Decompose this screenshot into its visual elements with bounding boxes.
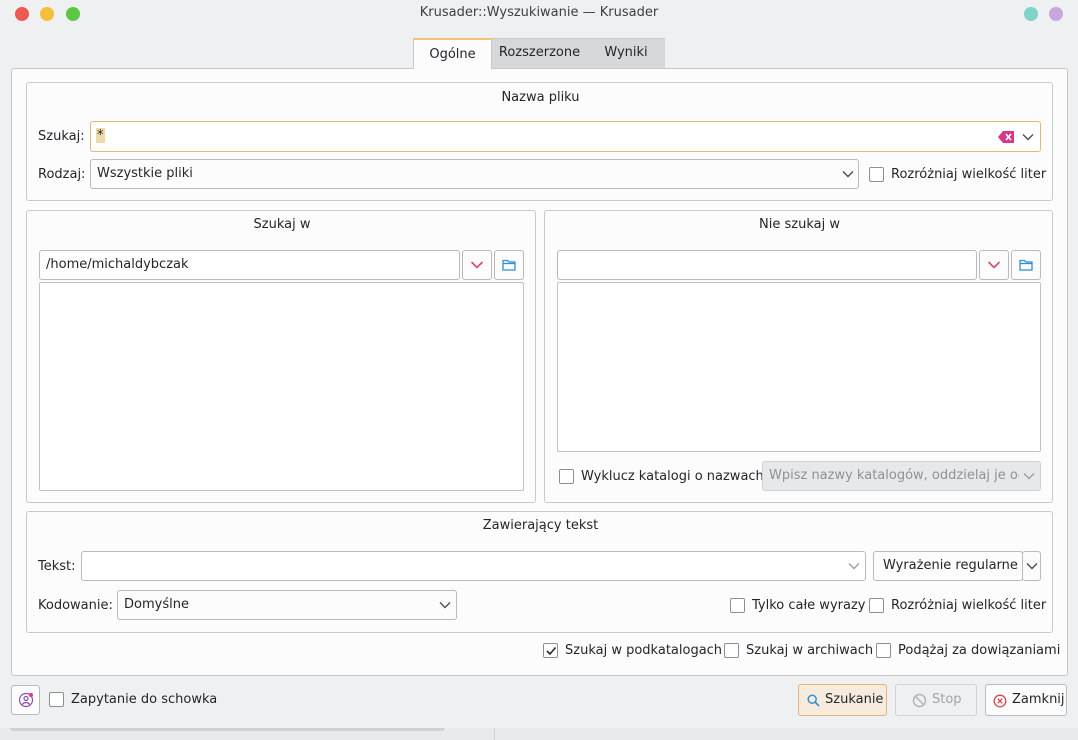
dont-search-in-list[interactable] xyxy=(557,282,1041,452)
search-button-label: Szukanie xyxy=(825,692,884,707)
file-kind-select[interactable]: Wszystkie pliki xyxy=(90,159,859,189)
case-sensitive-label: Rozróżniaj wielkość liter xyxy=(891,167,1047,182)
search-pattern-combo[interactable]: * xyxy=(90,121,1041,152)
tab-label: Rozszerzone xyxy=(498,45,581,60)
filename-group: Nazwa pliku Szukaj: * Rodzaj: Wszystkie … xyxy=(26,82,1053,201)
tab-wyniki[interactable]: Wyniki xyxy=(587,38,665,69)
background-window-divider xyxy=(494,728,495,740)
tab-label: Wyniki xyxy=(604,45,648,60)
exclude-dirs-placeholder: Wpisz nazwy katalogów, oddzielaj je od..… xyxy=(769,468,1019,483)
chevron-down-icon[interactable] xyxy=(1021,130,1035,144)
search-in-group: Szukaj w /home/michaldybczak xyxy=(26,210,536,503)
chevron-down-icon xyxy=(1026,563,1038,570)
encoding-select[interactable]: Domyślne xyxy=(117,590,457,620)
background-window-strip xyxy=(0,728,1078,740)
text-label: Tekst: xyxy=(38,559,76,574)
whole-words-checkbox[interactable] xyxy=(730,598,745,613)
regex-label: Wyrażenie regularne xyxy=(883,558,1018,573)
dont-search-in-history-button[interactable] xyxy=(979,250,1009,280)
clipboard-query-label: Zapytanie do schowka xyxy=(71,692,218,707)
regex-button[interactable]: Wyrażenie regularne xyxy=(873,551,1023,581)
close-button[interactable]: Zamknij xyxy=(985,684,1067,716)
dont-search-in-browse-button[interactable] xyxy=(1011,250,1041,280)
whole-words-label: Tylko całe wyrazy xyxy=(752,598,866,613)
filename-group-title: Nazwa pliku xyxy=(501,90,580,105)
search-in-history-button[interactable] xyxy=(462,250,492,280)
search-in-path-value: /home/michaldybczak xyxy=(46,257,189,272)
dont-search-in-path-input[interactable] xyxy=(557,250,977,280)
text-input[interactable] xyxy=(81,551,866,581)
folder-icon xyxy=(502,259,516,271)
archives-checkbox[interactable] xyxy=(724,643,739,658)
text-case-sensitive-checkbox[interactable] xyxy=(869,598,884,613)
profile-icon xyxy=(18,692,34,708)
kind-label: Rodzaj: xyxy=(38,167,86,182)
subdirs-label: Szukaj w podkatalogach xyxy=(565,643,723,658)
containing-text-title: Zawierający tekst xyxy=(482,518,599,533)
clipboard-query-checkbox[interactable] xyxy=(49,692,64,707)
search-in-browse-button[interactable] xyxy=(494,250,524,280)
chevron-down-icon xyxy=(1023,473,1035,480)
search-icon xyxy=(807,694,820,707)
archives-label: Szukaj w archiwach xyxy=(746,643,874,658)
close-button-label: Zamknij xyxy=(1012,692,1065,707)
tab-ogolne[interactable]: Ogólne xyxy=(413,38,492,69)
encoding-label: Kodowanie: xyxy=(38,598,113,613)
subdirs-checkbox[interactable] xyxy=(543,643,558,658)
tab-rozszerzone[interactable]: Rozszerzone xyxy=(492,38,587,69)
checkmark-icon xyxy=(546,646,557,656)
case-sensitive-checkbox[interactable] xyxy=(869,167,884,182)
profiles-button[interactable] xyxy=(11,685,40,715)
folder-icon xyxy=(1019,259,1033,271)
background-window-edge xyxy=(10,728,445,731)
clear-text-icon[interactable] xyxy=(997,130,1015,144)
window-title: Krusader::Wyszukiwanie — Krusader xyxy=(419,5,659,20)
file-kind-value: Wszystkie pliki xyxy=(97,166,193,181)
title-bar: Krusader::Wyszukiwanie — Krusader xyxy=(0,0,1078,28)
search-pattern-value[interactable]: * xyxy=(96,128,105,143)
exclude-dirs-label: Wyklucz katalogi o nazwach xyxy=(581,469,764,484)
containing-text-group: Zawierający tekst Tekst: Wyrażenie regul… xyxy=(26,511,1053,633)
keep-above-button[interactable] xyxy=(1024,7,1038,21)
on-all-desktops-button[interactable] xyxy=(1049,7,1063,21)
stop-button[interactable]: Stop xyxy=(895,684,977,716)
search-in-path-input[interactable]: /home/michaldybczak xyxy=(39,250,460,280)
exclude-dirs-checkbox[interactable] xyxy=(559,469,574,484)
dont-search-in-title: Nie szukaj w xyxy=(759,217,840,232)
stop-button-label: Stop xyxy=(932,692,962,707)
dont-search-in-group: Nie szukaj w Wyklucz katalogi o nazwach … xyxy=(544,210,1053,503)
chevron-down-icon xyxy=(470,261,484,269)
text-case-sensitive-label: Rozróżniaj wielkość liter xyxy=(891,598,1047,613)
search-label: Szukaj: xyxy=(38,129,85,144)
chevron-down-icon xyxy=(439,602,451,609)
search-in-list[interactable] xyxy=(39,282,524,491)
symlinks-label: Podążaj za dowiązaniami xyxy=(898,643,1061,658)
stop-icon xyxy=(912,693,927,708)
search-in-title: Szukaj w xyxy=(253,217,311,232)
close-icon xyxy=(993,694,1007,708)
search-button[interactable]: Szukanie xyxy=(798,684,887,716)
exclude-dirs-input[interactable]: Wpisz nazwy katalogów, oddzielaj je od..… xyxy=(762,461,1041,491)
regex-menu-button[interactable] xyxy=(1022,551,1041,581)
chevron-down-icon[interactable] xyxy=(847,559,861,573)
chevron-down-icon xyxy=(987,261,1001,269)
encoding-value: Domyślne xyxy=(124,597,189,612)
chevron-down-icon xyxy=(842,171,854,178)
symlinks-checkbox[interactable] xyxy=(876,643,891,658)
tab-label: Ogólne xyxy=(429,47,476,62)
